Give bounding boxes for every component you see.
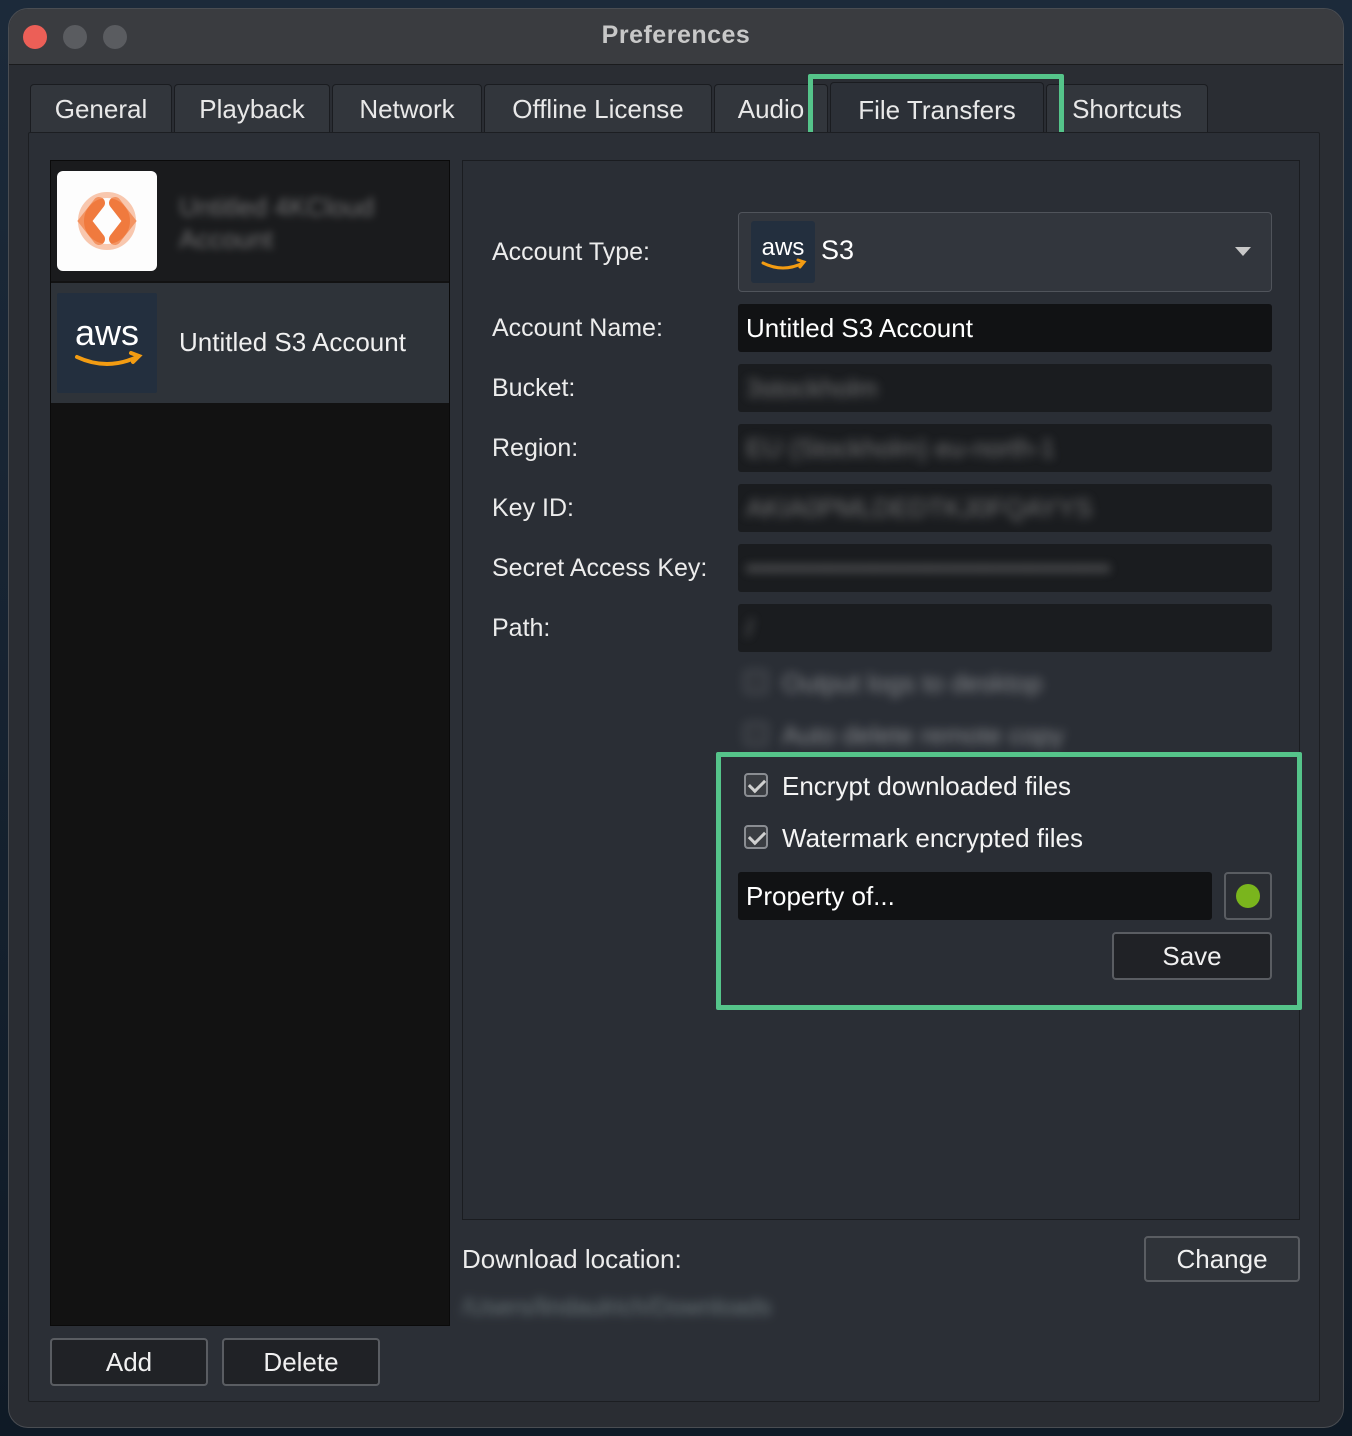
download-location-label: Download location:: [462, 1244, 682, 1274]
window-title: Preferences: [601, 21, 751, 49]
tab-playback[interactable]: Playback: [174, 84, 330, 132]
change-download-location-button[interactable]: Change: [1144, 1236, 1300, 1282]
chevron-down-icon: [1235, 247, 1251, 256]
region-value: EU (Stockholm) eu-north-1: [746, 433, 1056, 463]
path-label: Path:: [492, 614, 551, 642]
title-bar: Preferences: [9, 9, 1343, 65]
tab-general[interactable]: General: [30, 84, 172, 132]
tab-network[interactable]: Network: [332, 84, 482, 132]
aws-logo-icon: aws: [57, 293, 157, 393]
delete-account-button[interactable]: Delete: [222, 1338, 380, 1386]
account-name-label: Account Name:: [492, 314, 663, 342]
secret-access-key-input[interactable]: ••••••••••••••••••••••••••••••••••••••••: [738, 544, 1272, 592]
download-location-path: /Users/lindaulrich/Downloads: [462, 1294, 772, 1321]
auto-delete-checkbox[interactable]: [744, 722, 768, 746]
output-logs-checkbox[interactable]: [744, 670, 768, 694]
key-id-value: AKIA0PMLDEDTKJ0FQAYYS: [746, 493, 1093, 523]
svg-text:aws: aws: [762, 234, 805, 261]
path-input[interactable]: /: [738, 604, 1272, 652]
encryption-settings-highlight: [716, 752, 1302, 1010]
account-label: Untitled S3 Account: [179, 327, 406, 357]
tab-shortcuts[interactable]: Shortcuts: [1046, 84, 1208, 132]
key-id-input[interactable]: AKIA0PMLDEDTKJ0FQAYYS: [738, 484, 1272, 532]
list-item[interactable]: Untitled 4KCloud Account: [51, 161, 449, 281]
bucket-label: Bucket:: [492, 374, 576, 402]
account-type-value: S3: [821, 235, 855, 265]
aws-logo-icon: aws: [751, 221, 815, 283]
account-name-input[interactable]: Untitled S3 Account: [738, 304, 1272, 352]
cloud-logo-icon: [57, 171, 157, 271]
list-item-selected[interactable]: aws Untitled S3 Account: [51, 283, 449, 403]
region-select[interactable]: EU (Stockholm) eu-north-1: [738, 424, 1272, 472]
account-list[interactable]: Untitled 4KCloud Account aws Untitled S3…: [50, 160, 450, 1326]
account-type-label: Account Type:: [492, 238, 650, 266]
svg-text:aws: aws: [75, 312, 139, 353]
secret-access-key-label: Secret Access Key:: [492, 554, 708, 582]
tab-offline-license[interactable]: Offline License: [484, 84, 712, 132]
secret-access-key-value: ••••••••••••••••••••••••••••••••••••••••: [746, 553, 1111, 583]
key-id-label: Key ID:: [492, 494, 574, 522]
bucket-value: 3stockholm: [746, 373, 878, 403]
add-account-button[interactable]: Add: [50, 1338, 208, 1386]
account-label: Untitled 4KCloud Account: [179, 192, 375, 254]
output-logs-label: Output logs to desktop: [782, 668, 1043, 698]
region-label: Region:: [492, 434, 579, 462]
auto-delete-label: Auto delete remote copy: [782, 720, 1064, 750]
bucket-input[interactable]: 3stockholm: [738, 364, 1272, 412]
account-type-dropdown[interactable]: aws S3: [738, 212, 1272, 292]
path-value: /: [746, 613, 754, 643]
